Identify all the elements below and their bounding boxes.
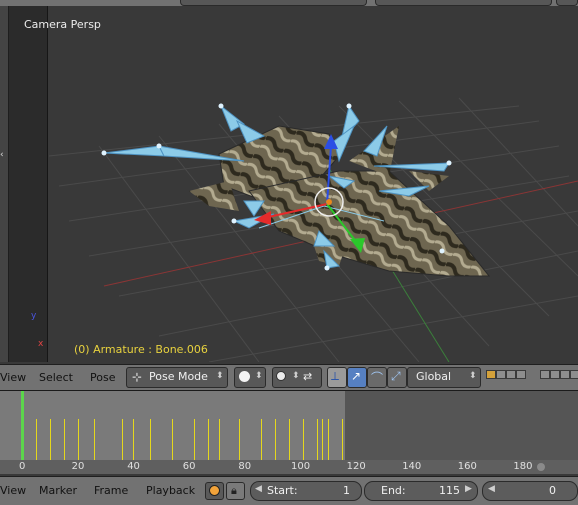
keyframe-marker[interactable] xyxy=(219,419,221,460)
ruler-tick-label: 80 xyxy=(238,461,252,472)
keyframe-marker[interactable] xyxy=(63,419,65,460)
layer-buttons-1[interactable] xyxy=(486,368,532,385)
keyframe-marker[interactable] xyxy=(238,419,240,460)
layer-cell[interactable] xyxy=(516,370,526,379)
scale-icon: ⤢ xyxy=(391,369,401,383)
keyframe-marker[interactable] xyxy=(341,419,343,460)
ruler-tick-label: 160 xyxy=(457,461,477,472)
ruler-tick-label: 100 xyxy=(291,461,311,472)
keyframe-marker[interactable] xyxy=(261,419,263,460)
timeline-ruler[interactable] xyxy=(0,460,578,474)
layer-cell[interactable] xyxy=(540,370,550,379)
keyframe-marker[interactable] xyxy=(302,419,304,460)
pivot-point-icon xyxy=(276,371,286,381)
decrement-arrow-icon[interactable]: ◀ xyxy=(488,484,495,494)
manipulator-axes-icon: ⟂ xyxy=(331,369,340,383)
mode-select[interactable]: ⊹ Pose Mode ⬍ xyxy=(126,367,228,388)
layer-cell[interactable] xyxy=(560,370,570,379)
3d-viewport[interactable] xyxy=(9,6,578,362)
viewport-shading-select[interactable]: ⬍ xyxy=(234,367,266,388)
ruler-tick-label: 60 xyxy=(182,461,196,472)
menu-view-timeline[interactable]: View xyxy=(0,484,26,497)
timeline-scroll-handle[interactable] xyxy=(537,463,545,471)
menu-marker[interactable]: Marker xyxy=(39,484,77,497)
layer-cell[interactable] xyxy=(570,370,578,379)
active-object-status: (0) Armature : Bone.006 xyxy=(74,343,208,356)
left-edge-panel xyxy=(0,6,9,362)
axis-y-label: y xyxy=(31,311,37,321)
keying-set-button[interactable] xyxy=(205,482,224,500)
keyframe-marker[interactable] xyxy=(316,419,318,460)
menu-select[interactable]: Select xyxy=(39,371,73,384)
keyframe-marker[interactable] xyxy=(77,419,79,460)
sphere-icon xyxy=(239,371,250,382)
lock-icon: 🔒︎ xyxy=(231,484,237,497)
pivot-snap-group[interactable]: ⬍ ⇄ xyxy=(272,367,322,388)
rotate-manipulator-button[interactable]: ⌒ xyxy=(367,367,387,388)
menu-pose[interactable]: Pose xyxy=(90,371,115,384)
layer-cell[interactable] xyxy=(496,370,506,379)
keyframe-marker[interactable] xyxy=(327,419,329,460)
end-frame-field[interactable]: End: 115 ▶ xyxy=(364,481,478,501)
start-frame-label: Start: xyxy=(267,484,298,497)
ruler-tick-label: 20 xyxy=(71,461,85,472)
arrow-icon: ↗ xyxy=(351,369,362,383)
armature-pose-icon: ⊹ xyxy=(132,370,143,384)
ruler-tick-label: 180 xyxy=(513,461,533,472)
scale-manipulator-button[interactable]: ⤢ xyxy=(387,367,407,388)
current-frame-value: 0 xyxy=(549,484,556,497)
keyframe-marker[interactable] xyxy=(172,419,174,460)
ruler-tick-label: 40 xyxy=(127,461,140,472)
lock-button[interactable]: 🔒︎ xyxy=(226,482,245,500)
tool-shelf-region[interactable] xyxy=(9,6,47,362)
keyframe-marker[interactable] xyxy=(322,419,324,460)
start-frame-field[interactable]: ◀ Start: 1 xyxy=(250,481,362,501)
keyframe-marker[interactable] xyxy=(274,419,276,460)
layer-cell[interactable] xyxy=(550,370,560,379)
menu-view[interactable]: View xyxy=(0,371,26,384)
transform-orientation-select[interactable]: Global ⬍ xyxy=(407,367,481,388)
keyframe-marker[interactable] xyxy=(94,419,96,460)
end-frame-label: End: xyxy=(381,484,406,497)
updown-arrow-icon: ⬍ xyxy=(469,371,477,381)
shelf-arrow-icon[interactable]: ‹ xyxy=(0,150,8,164)
rotate-arc-icon: ⌒ xyxy=(371,371,384,385)
keyframe-marker[interactable] xyxy=(35,419,37,460)
keyframe-marker[interactable] xyxy=(49,419,51,460)
tool-shelf-divider[interactable] xyxy=(47,6,48,362)
keyframe-marker[interactable] xyxy=(149,419,151,460)
manipulator-toggle-icon: ⇄ xyxy=(303,370,313,383)
transform-toggle-button[interactable]: ⟂ xyxy=(327,367,347,388)
axis-x-label: x xyxy=(38,339,44,349)
start-frame-value: 1 xyxy=(343,484,350,497)
keyframe-marker[interactable] xyxy=(208,419,210,460)
updown-arrow-icon: ⬍ xyxy=(255,371,263,381)
ruler-tick-label: 140 xyxy=(402,461,422,472)
menu-playback[interactable]: Playback xyxy=(146,484,195,497)
menu-frame[interactable]: Frame xyxy=(94,484,128,497)
translate-manipulator-button[interactable]: ↗ xyxy=(347,367,367,388)
current-frame-cursor[interactable] xyxy=(21,391,24,460)
layer-cell[interactable] xyxy=(506,370,516,379)
layer-buttons-2[interactable] xyxy=(540,368,578,385)
layer-active[interactable] xyxy=(486,370,496,379)
updown-arrow-icon: ⬍ xyxy=(292,371,300,381)
keyframe-marker[interactable] xyxy=(194,419,196,460)
record-icon xyxy=(209,485,220,496)
viewport-scene xyxy=(22,97,578,362)
timeline-out-of-range xyxy=(345,391,578,460)
end-frame-value: 115 xyxy=(439,484,460,497)
current-frame-field[interactable]: ◀ 0 xyxy=(482,481,578,501)
orientation-label: Global xyxy=(416,370,452,383)
ruler-tick-label: 0 xyxy=(19,461,26,472)
increment-arrow-icon[interactable]: ▶ xyxy=(465,484,472,494)
viewport-view-label: Camera Persp xyxy=(24,18,101,31)
keyframe-marker[interactable] xyxy=(133,419,135,460)
updown-arrow-icon: ⬍ xyxy=(216,371,224,381)
keyframe-marker[interactable] xyxy=(288,419,290,460)
keyframe-marker[interactable] xyxy=(122,419,124,460)
ruler-tick-label: 120 xyxy=(346,461,366,472)
mode-select-label: Pose Mode xyxy=(149,370,208,383)
decrement-arrow-icon[interactable]: ◀ xyxy=(255,484,262,494)
